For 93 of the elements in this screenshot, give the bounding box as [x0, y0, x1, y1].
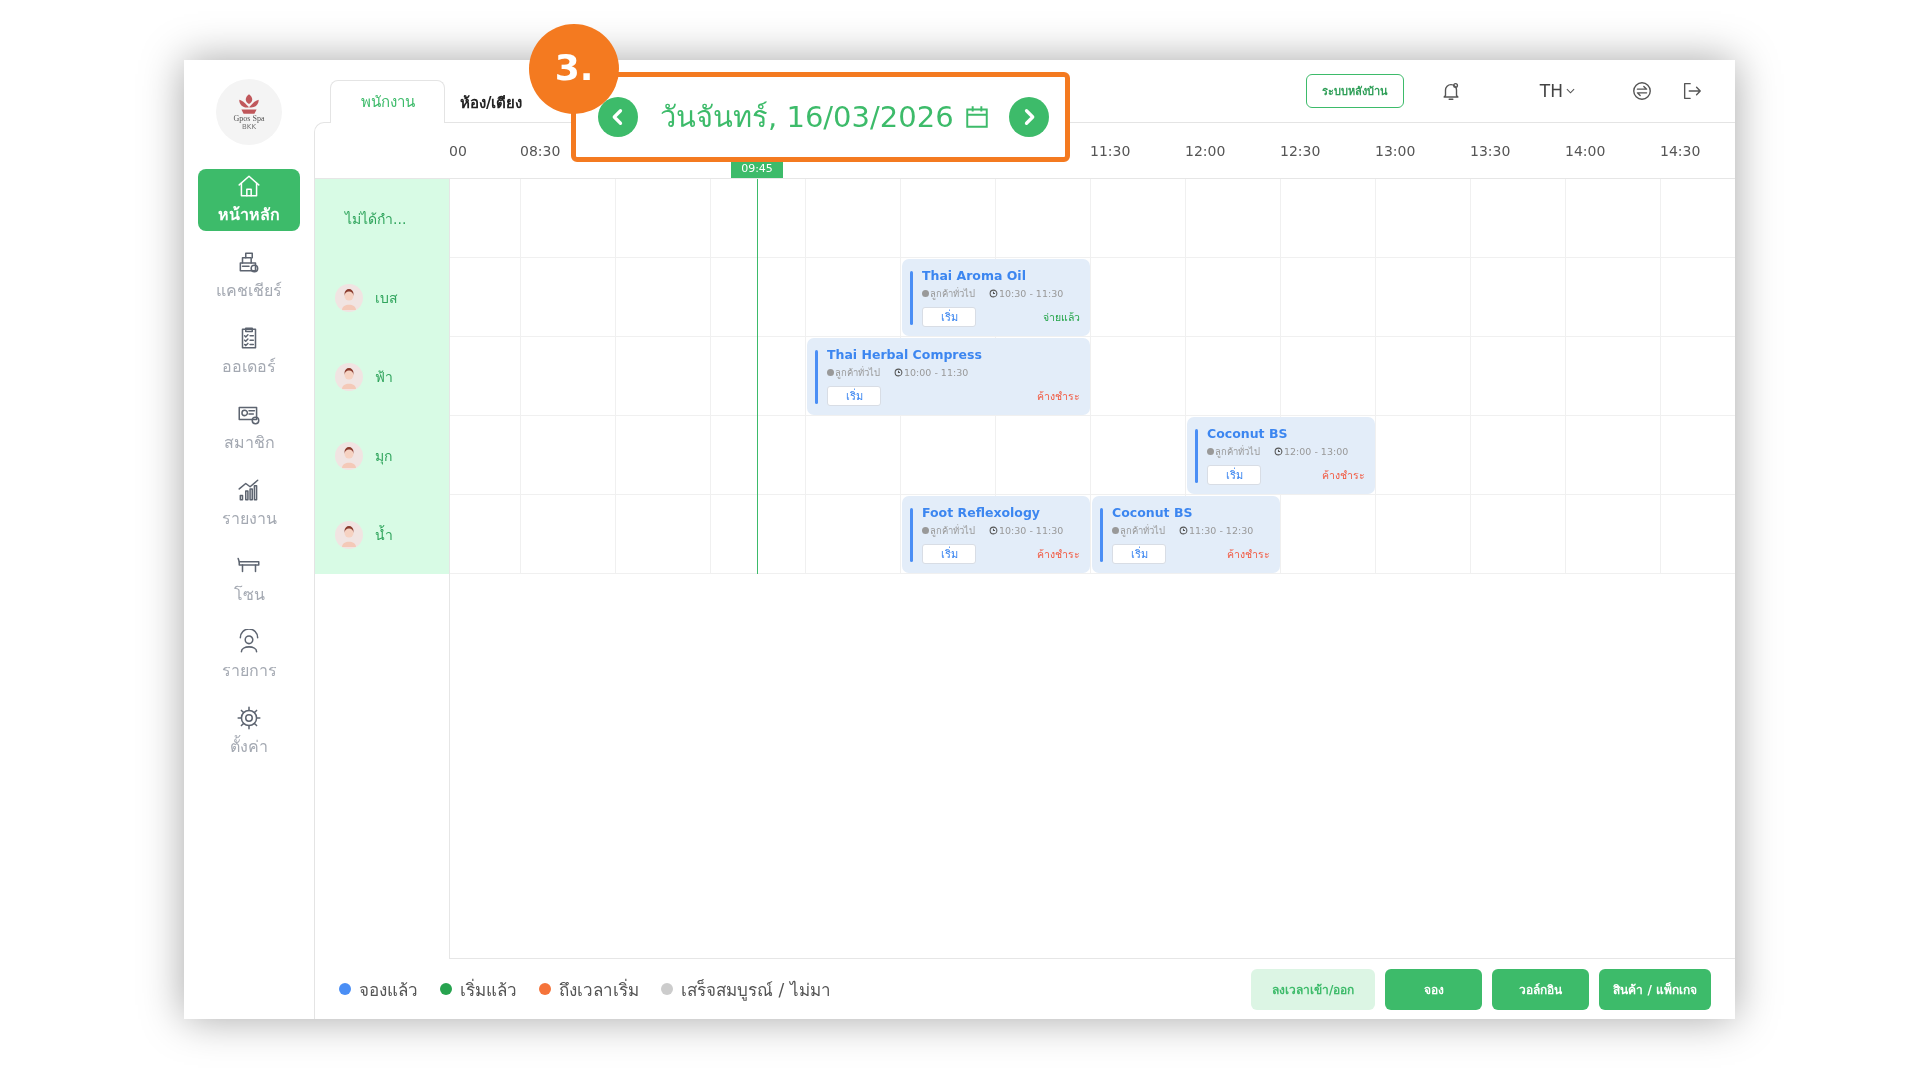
dot-icon — [827, 369, 834, 376]
time-range: 10:30 - 11:30 — [999, 525, 1064, 536]
time-range: 12:00 - 13:00 — [1284, 446, 1349, 457]
dot-icon — [1112, 527, 1119, 534]
customer-label: ลูกค้าทั่วไป — [930, 523, 975, 538]
action-button[interactable]: จอง — [1385, 968, 1483, 1010]
time-label: 08:30 — [520, 142, 562, 159]
dot-icon — [1207, 448, 1214, 455]
logout-icon[interactable] — [1681, 80, 1703, 102]
language-selector[interactable]: TH — [1539, 81, 1575, 101]
legend-label: จองแล้ว — [359, 978, 418, 1002]
house-icon — [236, 173, 262, 199]
start-button[interactable]: เริ่ม — [1207, 465, 1261, 485]
time-label: 13:30 — [1470, 142, 1512, 159]
action-button[interactable]: วอล์กอิน — [1492, 968, 1590, 1010]
staff-name: มุก — [375, 446, 392, 467]
customer-label: ลูกค้าทั่วไป — [835, 365, 880, 380]
time-label: 11:30 — [1090, 142, 1132, 159]
staff-name: น้ำ — [375, 524, 393, 545]
clock-icon — [989, 526, 998, 535]
legend-label: เริ่มแล้ว — [460, 977, 517, 1002]
service-name: Foot Reflexology — [922, 505, 1041, 520]
start-button[interactable]: เริ่ม — [1112, 544, 1166, 564]
staff-name: เบส — [375, 288, 398, 308]
sidebar-item[interactable]: แคชเชียร์ — [198, 245, 300, 307]
customer-label: ลูกค้าทั่วไป — [930, 286, 975, 301]
booking-card[interactable]: Thai Herbal Compress ลูกค้าทั่วไป 10:00 - 11:30 เริ่ม ค้างชำระ — [807, 338, 1090, 415]
time-range: 10:30 - 11:30 — [999, 288, 1064, 299]
dot-icon — [922, 290, 929, 297]
service-name: Thai Aroma Oil — [922, 268, 1027, 283]
time-range: 10:00 - 11:30 — [904, 367, 969, 378]
booking-card[interactable]: Foot Reflexology ลูกค้าทั่วไป 10:30 - 11:30 เริ่ม ค้างชำระ — [902, 496, 1090, 573]
customer-label: ลูกค้าทั่วไป — [1215, 444, 1260, 459]
step-marker: 3. — [529, 24, 619, 114]
time-range: 11:30 - 12:30 — [1189, 525, 1254, 536]
payment-status: จ่ายแล้ว — [1043, 309, 1080, 325]
accent-bar — [910, 508, 913, 562]
sidebar-item[interactable]: หน้าหลัก — [198, 169, 300, 231]
payment-status: ค้างชำระ — [1037, 388, 1080, 404]
time-label: 12:30 — [1280, 142, 1322, 159]
service-name: Coconut BS — [1207, 426, 1289, 441]
customer-label: ลูกค้าทั่วไป — [1120, 523, 1165, 538]
payment-status: ค้างชำระ — [1322, 467, 1365, 483]
service-name: Coconut BS — [1112, 505, 1194, 520]
clock-icon — [894, 368, 903, 377]
clock-icon — [989, 289, 998, 298]
tab[interactable]: พนักงาน — [330, 80, 445, 123]
payment-status: ค้างชำระ — [1037, 546, 1080, 562]
sidebar-item[interactable]: สมาชิก — [198, 397, 300, 459]
start-button[interactable]: เริ่ม — [922, 307, 976, 327]
sidebar-item[interactable]: รายการ — [198, 625, 300, 687]
accent-bar — [1100, 508, 1103, 562]
dot-icon — [922, 527, 929, 534]
gear-icon — [236, 705, 262, 731]
time-label: 00 — [449, 142, 468, 159]
booking-card[interactable]: Coconut BS ลูกค้าทั่วไป 11:30 - 12:30 เริ่ม ค้างชำระ — [1092, 496, 1280, 573]
avatar-icon — [335, 520, 363, 549]
avatar-icon — [335, 283, 363, 312]
start-button[interactable]: เริ่ม — [922, 544, 976, 564]
previous-day-button[interactable] — [598, 97, 638, 137]
payment-status: ค้างชำระ — [1227, 546, 1270, 562]
legend-label: เสร็จสมบูรณ์ / ไม่มา — [681, 978, 831, 1003]
time-label: 14:00 — [1565, 142, 1607, 159]
sidebar-item[interactable]: ออเดอร์ — [198, 321, 300, 383]
booking-card[interactable]: Coconut BS ลูกค้าทั่วไป 12:00 - 13:00 เริ่ม ค้างชำระ — [1187, 417, 1375, 494]
clock-icon — [1179, 526, 1188, 535]
flower-icon — [236, 92, 262, 115]
avatar-icon — [335, 362, 363, 391]
sidebar-item[interactable]: โซน — [198, 549, 300, 611]
legend-label: ถึงเวลาเริ่ม — [559, 977, 639, 1002]
staff-name: ฟ้า — [375, 367, 393, 387]
time-label: 14:30 — [1660, 142, 1702, 159]
date-label: วันจันทร์, 16/03/2026 — [660, 99, 954, 136]
time-label: 12:00 — [1185, 142, 1227, 159]
accent-bar — [815, 350, 818, 404]
action-button[interactable]: สินค้า / แพ็กเกจ — [1599, 968, 1711, 1010]
sidebar-item[interactable]: รายงาน — [198, 473, 300, 535]
accent-bar — [910, 271, 913, 325]
booking-card[interactable]: Thai Aroma Oil ลูกค้าทั่วไป 10:30 - 11:30 เริ่ม จ่ายแล้ว — [902, 259, 1090, 336]
logo-name: Gpos Spa — [233, 114, 265, 123]
swap-icon[interactable] — [1631, 80, 1653, 102]
clock-icon — [1274, 447, 1283, 456]
sidebar-item[interactable]: ตั้งค่า — [198, 701, 300, 763]
start-button[interactable]: เริ่ม — [827, 386, 881, 406]
time-label: 13:00 — [1375, 142, 1417, 159]
action-button[interactable]: ลงเวลาเข้า/ออก — [1251, 968, 1376, 1010]
staff-name: ไม่ได้กำ... — [343, 209, 407, 229]
chevron-down-icon — [1566, 88, 1575, 94]
accent-bar — [1195, 429, 1198, 483]
service-name: Thai Herbal Compress — [827, 347, 983, 362]
tab[interactable]: ห้อง/เตียง — [459, 89, 524, 115]
avatar-icon — [335, 441, 363, 470]
backoffice-button[interactable]: ระบบหลังบ้าน — [1305, 74, 1404, 108]
